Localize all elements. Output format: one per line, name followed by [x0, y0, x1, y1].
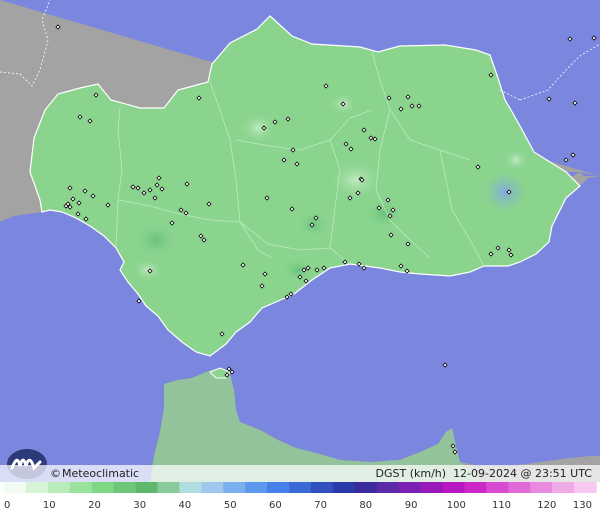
colorbar-swatch — [552, 482, 575, 493]
gust-spot — [132, 258, 164, 282]
colorbar-swatch — [223, 482, 246, 493]
colorbar-tick-labels: 0 10 20 30 40 50 60 70 80 90 100 110 120 130 — [4, 500, 592, 511]
colorbar-graphic: 0 10 20 30 40 50 60 70 80 90 100 110 120 130 — [4, 482, 597, 511]
colorbar-swatch — [47, 482, 71, 493]
colorbar-swatch — [508, 482, 531, 493]
gust-spot — [238, 112, 278, 144]
colorbar-tick-label: 110 — [492, 500, 511, 511]
gust-spot — [280, 258, 316, 282]
colorbar-swatch — [91, 482, 115, 493]
copyright-symbol: © — [50, 467, 61, 480]
colorbar-tick-label: 40 — [179, 500, 192, 511]
gust-hotspot-almeria — [481, 170, 529, 214]
colorbar-swatch — [464, 482, 487, 493]
brand-name: Meteoclimatic — [62, 467, 140, 480]
colorbar-tick-label: 100 — [447, 500, 466, 511]
gust-spot — [134, 222, 178, 258]
colorbar-swatch — [354, 482, 378, 493]
colorbar-tick-label: 10 — [43, 500, 56, 511]
brand-credit: ©Meteoclimatic — [50, 465, 139, 482]
colorbar-tick-label: 60 — [269, 500, 282, 511]
colorbar-swatch — [135, 482, 159, 493]
colorbar-tick-label: 0 — [4, 500, 10, 511]
colorbar-swatch — [201, 482, 224, 493]
colorbar-tick-label: 20 — [88, 500, 101, 511]
timestamp: 12-09-2024 @ 23:51 UTC — [453, 467, 592, 480]
colorbar-swatch — [245, 482, 268, 493]
colorbar-tick-label: 90 — [405, 500, 418, 511]
colorbar-swatch — [574, 482, 597, 493]
colorbar-tick-label: 80 — [359, 500, 372, 511]
colorbar-swatch — [332, 482, 356, 493]
colorbar-swatch — [398, 482, 422, 493]
colorbar-swatch — [4, 482, 27, 493]
colorbar-tick-label: 120 — [537, 500, 556, 511]
colorbar-swatch — [113, 482, 137, 493]
colorbar-swatch — [179, 482, 202, 493]
colorbar-tick-label: 50 — [224, 500, 237, 511]
colorbar-swatch — [69, 482, 93, 493]
gust-spot — [364, 198, 404, 230]
colorbar-swatch — [310, 482, 334, 493]
colorbar-tick-label: 130 — [573, 500, 592, 511]
colorbar-swatch — [267, 482, 290, 493]
colorbar-swatches — [4, 482, 597, 493]
variable-label: DGST (km/h) — [375, 467, 447, 480]
colorbar-swatch — [157, 482, 181, 493]
colorbar-swatch — [530, 482, 553, 493]
colorbar-swatch — [289, 482, 312, 493]
map-footer: ©Meteoclimatic DGST (km/h) 12-09-2024 @ … — [0, 465, 600, 482]
colorbar-swatch — [442, 482, 466, 493]
colorbar-swatch — [376, 482, 400, 493]
colorbar-swatch — [486, 482, 509, 493]
variable-and-time: DGST (km/h) 12-09-2024 @ 23:51 UTC — [376, 465, 592, 482]
andalusia-wind-gust-map — [0, 0, 600, 482]
map-panel: ©Meteoclimatic DGST (km/h) 12-09-2024 @ … — [0, 0, 600, 482]
gust-spot — [502, 148, 530, 172]
legend-colorbar: 0 10 20 30 40 50 60 70 80 90 100 110 120 130 — [0, 482, 600, 517]
colorbar-tick-label: 30 — [133, 500, 146, 511]
colorbar-tick-label: 70 — [314, 500, 327, 511]
colorbar-swatch — [25, 482, 49, 493]
colorbar-swatch — [420, 482, 444, 493]
